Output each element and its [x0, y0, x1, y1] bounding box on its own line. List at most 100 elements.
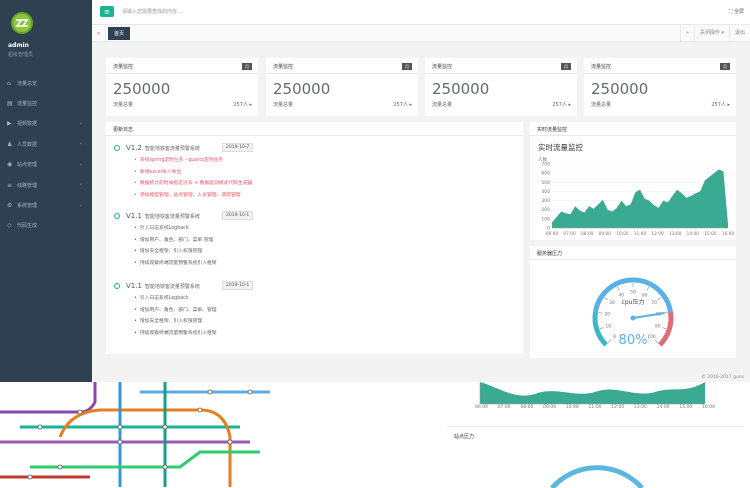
- chart-title: 实时流量监控: [538, 142, 583, 152]
- gauge-tick: [654, 339, 658, 343]
- code-icon: ◇: [7, 222, 12, 230]
- gauge-tick-label: 50: [630, 290, 636, 296]
- log-item: 增加安全框架、引入权限管理: [134, 316, 217, 328]
- sidebar-item-5[interactable]: ≡ 线路管理 ‹: [0, 175, 92, 195]
- log-item: 添加模型管理、站点管理、人员管理、调取管理: [134, 190, 252, 202]
- bg-time-label: 11:00: [588, 405, 602, 410]
- sidebar-item-label: 流量总览: [17, 80, 38, 87]
- tab-actions: » 关闭操作 ▾ 退出: [679, 25, 750, 41]
- bg-time-label: 07:00: [497, 405, 511, 410]
- bg-time-label: 13:00: [633, 405, 647, 410]
- flow-chart: 实时流量监控人数010020030040050060070006:00 07:00…: [538, 142, 735, 237]
- sidebar-item-label: 人员数据: [17, 141, 38, 148]
- x-tick-label: 09:00: [599, 231, 612, 237]
- bg-time-label: 16:00: [702, 405, 715, 410]
- sidebar-item-label: 线路管理: [17, 182, 38, 189]
- x-tick-label: 15:00: [704, 231, 717, 237]
- gauge-tick: [599, 327, 604, 330]
- sidebar-item-label: 站点管理: [17, 162, 38, 169]
- sidebar-item-1[interactable]: ▤ 流量监控: [0, 93, 92, 113]
- gauge-tick: [646, 286, 650, 291]
- cpu-gauge: 0102030405060708090100cpu压力80%: [592, 277, 674, 348]
- sidebar-item-7[interactable]: ◇ 代码生成: [0, 216, 92, 236]
- y-tick-label: 400: [541, 189, 550, 195]
- sidebar-item-4[interactable]: ◉ 站点管理 ‹: [0, 155, 92, 175]
- gauge-value: 80%: [619, 333, 648, 348]
- close-ops-dropdown[interactable]: 关闭操作 ▾: [693, 25, 729, 41]
- gauge-tick: [598, 312, 603, 314]
- chevron-left-icon: ‹: [80, 202, 82, 209]
- y-tick-label: 200: [541, 207, 550, 213]
- log-item: 新增excel导入导出: [134, 167, 252, 179]
- settings-icon: ⚙: [7, 202, 13, 210]
- gauge-tick-label: 100: [647, 334, 656, 340]
- sidebar-item-0[interactable]: ⌂ 流量总览: [0, 73, 92, 93]
- gauge-tick-label: 40: [618, 292, 624, 298]
- log-date: 2019-10-1: [222, 211, 254, 220]
- gauge-tick: [657, 297, 662, 301]
- tab-scroll-left-button[interactable]: «: [92, 25, 106, 41]
- stat-period-badge: 月: [720, 63, 730, 70]
- top-bar: ≡ 请输入您需要查找的内容 … ⛶ 全屏: [92, 0, 750, 25]
- x-tick-label: 07:00: [563, 231, 576, 237]
- gauge-tick-label: 0: [613, 334, 616, 340]
- y-tick-label: 0: [547, 226, 550, 232]
- main-content: 流量监控 月 250000 流量总量 257人 ▸ 流量监控 月 250000 流量总量 257人…: [92, 42, 750, 382]
- stat-caption: 流量总量: [113, 102, 134, 108]
- sidebar-item-3[interactable]: ♟ 人员数据 ‹: [0, 134, 92, 154]
- stat-card: 流量监控 月 250000 流量总量 257人 ▸: [425, 58, 577, 116]
- y-tick-label: 500: [541, 180, 550, 186]
- tab-scroll-right-button[interactable]: »: [679, 25, 694, 41]
- background-page: 06:00 07:00 08:00 09:00 10:00 11:00 12:00 13:00…: [0, 382, 750, 488]
- update-log-panel: 更新日志 V1.2智能地铁客流量预警系统 2019-10-7 系统spring定时任…: [106, 122, 523, 354]
- x-tick-label: 16:00: [722, 231, 735, 237]
- log-version: V1.1 智能地铁客流量预警系统: [126, 282, 200, 290]
- log-item: 持续观察终端流量预警系统引入框架: [134, 328, 217, 340]
- chevron-left-icon: ‹: [80, 182, 82, 189]
- menu-toggle-button[interactable]: ≡: [100, 6, 114, 17]
- user-name[interactable]: admin: [8, 42, 29, 49]
- chevron-left-icon: ‹: [80, 161, 82, 168]
- gauge-tick-label: 10: [605, 324, 611, 330]
- stat-people-count: 257人 ▸: [233, 102, 252, 108]
- gauge-tick-label: 90: [655, 324, 661, 330]
- stat-title: 流量监控: [591, 64, 612, 70]
- line-icon: ≡: [7, 181, 13, 189]
- log-item: 引入日志系统Logback: [134, 293, 217, 305]
- server-pressure-panel: 服务器压力 0102030405060708090100cpu压力80%: [530, 246, 736, 358]
- search-input[interactable]: 请输入您需要查找的内容 …: [122, 8, 184, 15]
- x-tick-label: 06:00: [546, 231, 559, 237]
- stat-value: 250000: [432, 80, 490, 98]
- circle-icon: [114, 283, 120, 289]
- log-date: 2019-10-7: [222, 143, 254, 152]
- gauge-hub: [630, 315, 636, 321]
- flow-panel-title: 实时流量监控: [530, 122, 736, 136]
- stat-title: 流量监控: [273, 64, 294, 70]
- fullscreen-button[interactable]: ⛶ 全屏: [729, 8, 744, 15]
- y-tick-label: 700: [541, 162, 550, 168]
- stat-period-badge: 月: [242, 63, 252, 70]
- stat-card: 流量监控 月 250000 流量总量 257人 ▸: [266, 58, 418, 116]
- flow-monitor-panel: 实时流量监控 实时流量监控 人数 0 100 200 300 400 500 600 700 06:…: [530, 122, 736, 240]
- sidebar: admin 超级管理员 ⌂ 流量总览 ▤ 流量监控 ▶ 视频数据 ‹ ♟ 人员数据 ‹ ◉ 站点管理 ‹…: [0, 0, 92, 382]
- sidebar-item-6[interactable]: ⚙ 系统管理 ‹: [0, 195, 92, 215]
- y-tick-label: 600: [541, 171, 550, 177]
- log-item: 引入日志系统Logback: [134, 223, 217, 235]
- log-items: 引入日志系统Logback增加用户、角色、部门、菜单 管理增加安全框架、引入权限…: [134, 223, 217, 269]
- exit-button[interactable]: 退出: [728, 25, 750, 41]
- stat-period-badge: 月: [561, 63, 571, 70]
- log-item: 持续观察终端流量预警系统引入框架: [134, 258, 217, 270]
- stat-people-count: 257人 ▸: [393, 102, 412, 108]
- gauge-tick: [608, 339, 612, 343]
- stat-value: 250000: [591, 80, 649, 98]
- log-item: 增加用户、角色、部门、菜单 管理: [134, 235, 217, 247]
- stat-period-badge: 月: [402, 63, 412, 70]
- gauge-panel-title: 服务器压力: [530, 246, 736, 260]
- stat-caption: 流量总量: [591, 102, 612, 108]
- gauge-tick-label: 70: [651, 300, 657, 306]
- sidebar-nav: ⌂ 流量总览 ▤ 流量监控 ▶ 视频数据 ‹ ♟ 人员数据 ‹ ◉ 站点管理 ‹ ≡ 线路管理 ‹ ⚙ 系统管理 ‹…: [0, 73, 92, 236]
- sidebar-item-label: 代码生成: [17, 223, 38, 230]
- tab-home[interactable]: 首页: [108, 27, 130, 40]
- sidebar-item-2[interactable]: ▶ 视频数据 ‹: [0, 114, 92, 134]
- bg-flow-chart: 06:00 07:00 08:00 09:00 10:00 11:00 12:00 13:00…: [445, 382, 745, 422]
